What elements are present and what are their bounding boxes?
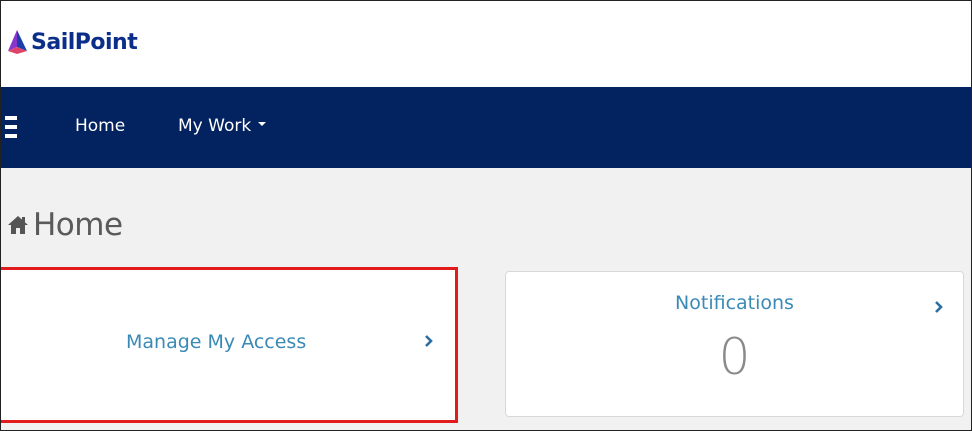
- hamburger-icon[interactable]: [5, 116, 17, 138]
- manage-my-access-label: Manage My Access: [126, 331, 307, 353]
- page-title: Home: [33, 207, 123, 243]
- main-navbar: Home My Work: [1, 87, 971, 168]
- sail-logo-icon: [8, 30, 27, 54]
- home-icon: [8, 216, 28, 234]
- nav-my-work[interactable]: My Work: [178, 116, 267, 136]
- notifications-count: 0: [718, 328, 751, 386]
- page-title-row: Home: [7, 205, 123, 245]
- nav-my-work-label: My Work: [178, 116, 252, 136]
- notifications-card[interactable]: Notifications 0: [505, 271, 964, 417]
- top-header: SailPoint: [1, 1, 971, 87]
- chevron-right-icon: [934, 300, 944, 314]
- nav-home[interactable]: Home: [75, 116, 125, 136]
- logo-text: SailPoint: [31, 29, 138, 55]
- sailpoint-logo[interactable]: SailPoint: [5, 25, 138, 59]
- manage-my-access-card[interactable]: Manage My Access: [1, 267, 458, 423]
- chevron-right-icon: [424, 334, 434, 348]
- notifications-label: Notifications: [675, 292, 794, 314]
- caret-down-icon: [258, 122, 267, 126]
- nav-home-label: Home: [75, 116, 126, 136]
- app-window: SailPoint Home My Work Home Manage My Ac…: [0, 0, 972, 431]
